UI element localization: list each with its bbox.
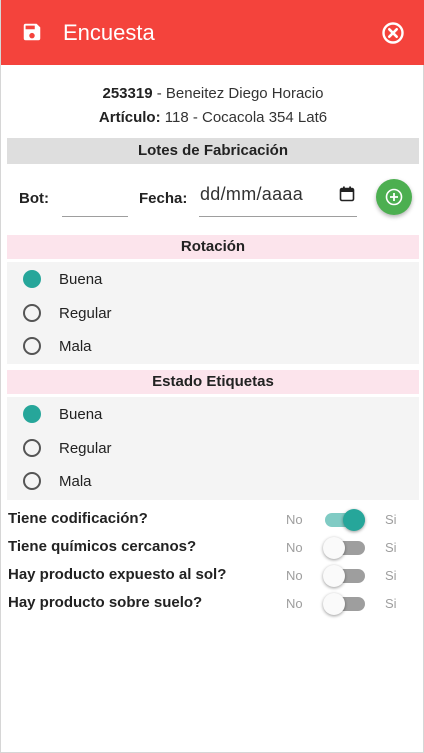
etiquetas-section-title: Estado Etiquetas [7, 370, 419, 394]
pregunta-text: Hay producto expuesto al sol? [8, 566, 227, 583]
etiquetas-option-regular[interactable]: Regular [7, 433, 419, 463]
rotacion-section-title: Rotación [7, 235, 419, 259]
cliente-codigo: 253319 [102, 85, 153, 102]
pregunta-quimicos: Tiene químicos cercanos? No Si [1, 534, 424, 560]
radio-unchecked-icon[interactable] [23, 472, 41, 490]
lotes-section-title: Lotes de Fabricación [7, 138, 419, 164]
radio-checked-icon[interactable] [23, 405, 41, 423]
toggle-si-label: Si [385, 540, 397, 555]
rotacion-option-mala[interactable]: Mala [7, 331, 419, 361]
add-circle-icon [385, 188, 403, 206]
radio-label: Buena [59, 406, 103, 423]
pregunta-sol: Hay producto expuesto al sol? No Si [1, 562, 424, 588]
save-icon[interactable] [21, 21, 43, 43]
fecha-input[interactable]: dd/mm/aaaa [199, 180, 357, 217]
fecha-label: Fecha: [139, 190, 188, 207]
articulo-label: Artículo: [98, 109, 161, 126]
radio-label: Mala [59, 338, 92, 355]
radio-unchecked-icon[interactable] [23, 439, 41, 457]
fecha-placeholder: dd/mm/aaaa [200, 184, 304, 204]
bot-label: Bot: [19, 190, 49, 207]
rotacion-radio-group: Buena Regular Mala [7, 262, 419, 364]
toggle-knob [323, 593, 345, 615]
rotacion-option-buena[interactable]: Buena [7, 264, 419, 294]
toggle-knob [343, 509, 365, 531]
pregunta-text: Hay producto sobre suelo? [8, 594, 203, 611]
pregunta-codificacion: Tiene codificación? No Si [1, 506, 424, 532]
articulo-line: Artículo: 118 - Cocacola 354 Lat6 [1, 108, 424, 128]
toggle-si-label: Si [385, 596, 397, 611]
quimicos-toggle[interactable] [323, 537, 365, 559]
radio-checked-icon[interactable] [23, 270, 41, 288]
close-circle-icon[interactable] [381, 21, 405, 45]
cliente-nombre: - Beneitez Diego Horacio [152, 85, 324, 102]
radio-unchecked-icon[interactable] [23, 337, 41, 355]
etiquetas-option-buena[interactable]: Buena [7, 399, 419, 429]
toggle-no-label: No [286, 512, 303, 527]
app-frame: Encuesta 253319 - Beneitez Diego Horacio… [0, 0, 424, 753]
toggle-no-label: No [286, 596, 303, 611]
radio-label: Regular [59, 440, 112, 457]
sol-toggle[interactable] [323, 565, 365, 587]
suelo-toggle[interactable] [323, 593, 365, 615]
calendar-icon[interactable] [339, 186, 355, 202]
toggle-no-label: No [286, 540, 303, 555]
add-lote-button[interactable] [376, 179, 412, 215]
radio-unchecked-icon[interactable] [23, 304, 41, 322]
toggle-knob [323, 537, 345, 559]
etiquetas-radio-group: Buena Regular Mala [7, 397, 419, 500]
toggle-no-label: No [286, 568, 303, 583]
codificacion-toggle[interactable] [323, 509, 365, 531]
rotacion-option-regular[interactable]: Regular [7, 298, 419, 328]
radio-label: Mala [59, 473, 92, 490]
pregunta-text: Tiene codificación? [8, 510, 148, 527]
pregunta-suelo: Hay producto sobre suelo? No Si [1, 590, 424, 616]
app-header: Encuesta [1, 0, 424, 65]
toggle-si-label: Si [385, 512, 397, 527]
bot-input[interactable] [62, 180, 128, 217]
toggle-si-label: Si [385, 568, 397, 583]
articulo-valor: 118 - Cocacola 354 Lat6 [160, 109, 328, 126]
page-title: Encuesta [63, 20, 155, 45]
pregunta-text: Tiene químicos cercanos? [8, 538, 197, 555]
radio-label: Regular [59, 305, 112, 322]
cliente-line: 253319 - Beneitez Diego Horacio [1, 84, 424, 104]
toggle-knob [323, 565, 345, 587]
radio-label: Buena [59, 271, 103, 288]
etiquetas-option-mala[interactable]: Mala [7, 466, 419, 496]
